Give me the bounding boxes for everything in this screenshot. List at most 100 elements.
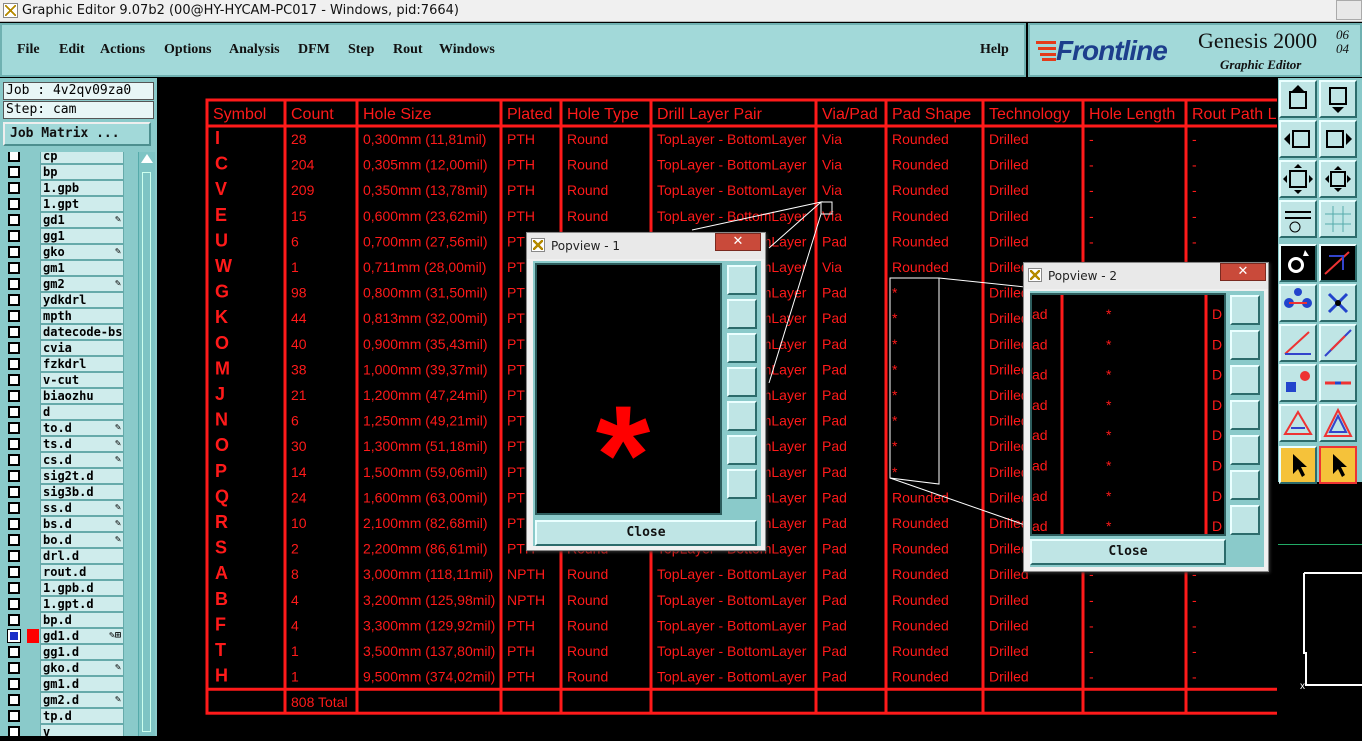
menu-edit[interactable]: Edit: [59, 42, 85, 58]
grid-icon[interactable]: [1319, 200, 1357, 238]
menu-help[interactable]: Help: [980, 42, 1009, 58]
layer-checkbox[interactable]: [8, 406, 20, 418]
layer-checkbox[interactable]: [8, 294, 20, 306]
layer-row[interactable]: gg1: [3, 228, 125, 244]
select-feature-icon[interactable]: [1279, 244, 1317, 282]
snap-settings-icon[interactable]: [1279, 200, 1317, 238]
layer-checkbox[interactable]: [8, 694, 20, 706]
layer-row[interactable]: gm1.d: [3, 676, 125, 692]
layer-row[interactable]: gko ✎: [3, 244, 125, 260]
layer-row[interactable]: sig2t.d: [3, 468, 125, 484]
popview-fit-icon[interactable]: [1230, 470, 1260, 500]
layer-name[interactable]: gg1: [40, 228, 124, 244]
popview-home-icon[interactable]: [727, 469, 757, 499]
popview-2-close-x[interactable]: ✕: [1220, 263, 1266, 281]
pad-add-icon[interactable]: [1279, 364, 1317, 402]
layer-name[interactable]: cp: [40, 152, 124, 164]
layer-row[interactable]: fzkdrl: [3, 356, 125, 372]
popview-pan-down-icon[interactable]: [727, 333, 757, 363]
menu-options[interactable]: Options: [164, 42, 211, 58]
popview-pan-down-icon[interactable]: [1230, 365, 1260, 395]
popview-2-window[interactable]: Popview - 2 ✕ ad * Dad * Dad * Dad * Dad * Dad * Dad…: [1023, 262, 1269, 572]
layer-row[interactable]: 1.gpt: [3, 196, 125, 212]
layer-checkbox[interactable]: [8, 710, 20, 722]
layer-name[interactable]: cs.d ✎: [40, 452, 124, 468]
layer-checkbox[interactable]: [8, 646, 20, 658]
layer-name[interactable]: gd1.d ✎⊞: [40, 628, 124, 644]
layer-checkbox[interactable]: [8, 310, 20, 322]
pointer-select-icon[interactable]: [1319, 446, 1357, 484]
menu-dfm[interactable]: DFM: [298, 42, 330, 58]
menu-windows[interactable]: Windows: [439, 42, 495, 58]
popview-1-window[interactable]: Popview - 1 ✕ * Close: [526, 232, 766, 551]
measure-icon[interactable]: [1319, 244, 1357, 282]
split-line-icon[interactable]: [1319, 364, 1357, 402]
layer-row[interactable]: gg1.d: [3, 644, 125, 660]
layer-checkbox[interactable]: [8, 550, 20, 562]
layer-name[interactable]: datecode-bs: [40, 324, 124, 340]
layer-checkbox[interactable]: [8, 214, 20, 226]
layer-name[interactable]: cvia: [40, 340, 124, 356]
layer-checkbox[interactable]: [8, 390, 20, 402]
layer-row[interactable]: gm2.d ✎: [3, 692, 125, 708]
layer-checkbox[interactable]: [8, 662, 20, 674]
scroll-thumb[interactable]: [142, 172, 151, 732]
layer-checkbox[interactable]: [8, 598, 20, 610]
layer-checkbox[interactable]: [8, 486, 20, 498]
layer-row[interactable]: gd1 ✎: [3, 212, 125, 228]
job-matrix-button[interactable]: Job Matrix ...: [3, 122, 151, 146]
scroll-up-icon[interactable]: [141, 154, 153, 163]
layer-checkbox[interactable]: [8, 502, 20, 514]
layer-row[interactable]: d: [3, 404, 125, 420]
layer-row[interactable]: bp: [3, 164, 125, 180]
popview-pan-up-icon[interactable]: [1230, 330, 1260, 360]
layer-scrollbar[interactable]: [138, 152, 155, 736]
layer-checkbox[interactable]: [8, 582, 20, 594]
triangle-icon[interactable]: [1279, 404, 1317, 442]
layer-checkbox[interactable]: [8, 438, 20, 450]
popview-fit-icon[interactable]: [727, 435, 757, 465]
layer-row[interactable]: drl.d: [3, 548, 125, 564]
layer-row[interactable]: rout.d: [3, 564, 125, 580]
layer-checkbox[interactable]: [8, 198, 20, 210]
arc-draw-icon[interactable]: [1319, 324, 1357, 362]
layer-checkbox[interactable]: [8, 614, 20, 626]
zoom-fit-icon[interactable]: [1279, 160, 1317, 198]
layer-name[interactable]: gko.d ✎: [40, 660, 124, 676]
layer-name[interactable]: to.d ✎: [40, 420, 124, 436]
layer-checkbox[interactable]: [8, 678, 20, 690]
popview-2-close-button[interactable]: Close: [1030, 539, 1226, 565]
pan-left-icon[interactable]: [1279, 120, 1317, 158]
menu-analysis[interactable]: Analysis: [229, 42, 280, 58]
layer-row[interactable]: cp: [3, 152, 125, 164]
menu-actions[interactable]: Actions: [100, 42, 145, 58]
layer-name[interactable]: 1.gpb.d: [40, 580, 124, 596]
navigation-overview[interactable]: x: [1278, 544, 1362, 736]
layer-row[interactable]: 1.gpt.d: [3, 596, 125, 612]
pan-up-icon[interactable]: [1279, 80, 1317, 118]
layer-row[interactable]: cvia: [3, 340, 125, 356]
layer-name[interactable]: 1.gpt.d: [40, 596, 124, 612]
layer-row[interactable]: ydkdrl: [3, 292, 125, 308]
layer-checkbox[interactable]: [8, 358, 20, 370]
menu-file[interactable]: File: [17, 42, 40, 58]
layer-row[interactable]: tp.d: [3, 708, 125, 724]
popview-pan-left-icon[interactable]: [727, 367, 757, 397]
layer-checkbox[interactable]: [8, 278, 20, 290]
layer-name[interactable]: bs.d ✎: [40, 516, 124, 532]
layer-row[interactable]: sig3b.d: [3, 484, 125, 500]
layer-row[interactable]: v-cut: [3, 372, 125, 388]
popview-1-close-button[interactable]: Close: [535, 520, 757, 546]
layer-name[interactable]: ss.d ✎: [40, 500, 124, 516]
layer-checkbox[interactable]: [8, 534, 20, 546]
layer-checkbox[interactable]: [8, 454, 20, 466]
layer-row[interactable]: to.d ✎: [3, 420, 125, 436]
layer-checkbox[interactable]: [8, 470, 20, 482]
popview-1-close-x[interactable]: ✕: [715, 233, 761, 251]
layer-row[interactable]: ss.d ✎: [3, 500, 125, 516]
popview-1-titlebar[interactable]: Popview - 1 ✕: [527, 233, 765, 259]
polygon-icon[interactable]: [1319, 404, 1357, 442]
layer-name[interactable]: gm2.d ✎: [40, 692, 124, 708]
minimize-button[interactable]: [1336, 0, 1362, 20]
layer-name[interactable]: 1.gpb: [40, 180, 124, 196]
